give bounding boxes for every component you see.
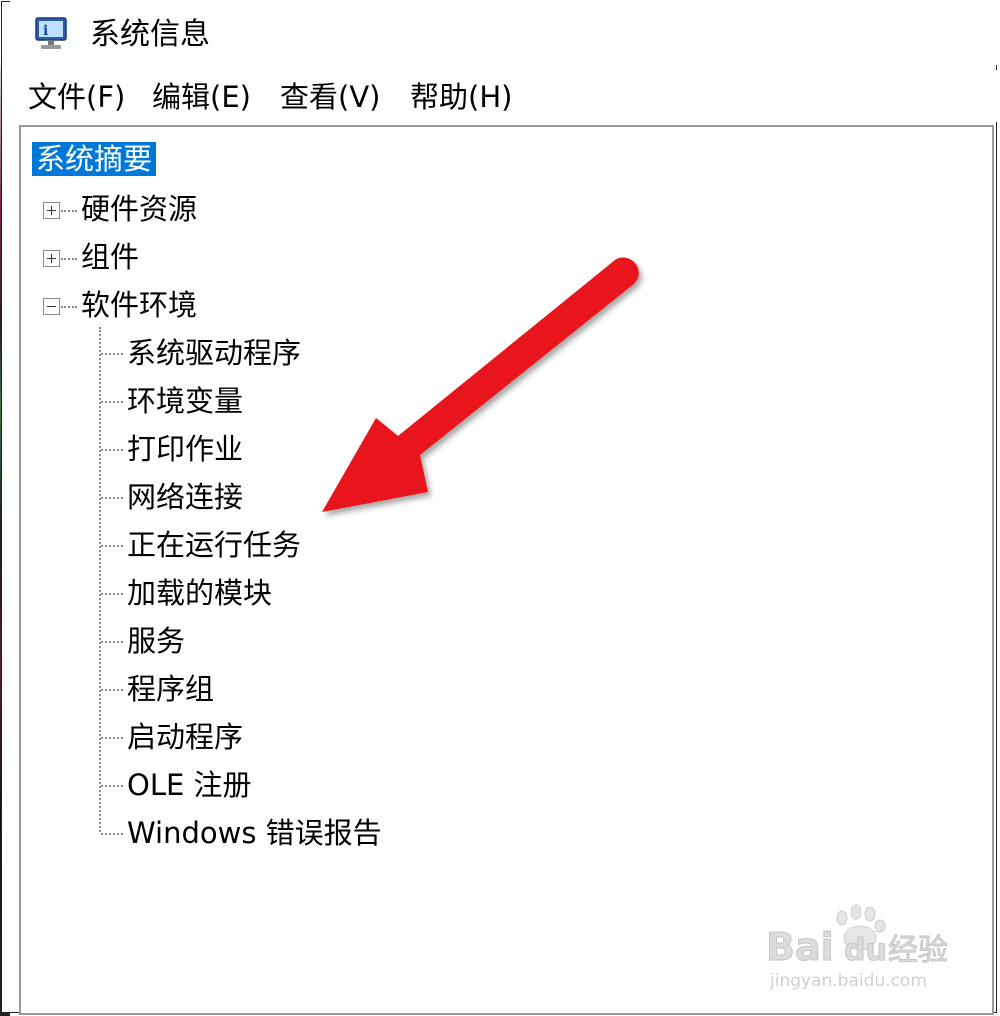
tree-item-software-environment[interactable]: 软件环境 <box>81 285 197 325</box>
system-info-icon: i <box>35 17 67 49</box>
expand-plus-icon[interactable] <box>43 250 60 267</box>
tree-item-ole-registration[interactable]: OLE 注册 <box>127 765 252 805</box>
tree-item-windows-error-reporting[interactable]: Windows 错误报告 <box>127 813 382 853</box>
tree-connector <box>61 258 77 260</box>
watermark-url: jingyan.baidu.com <box>769 971 927 991</box>
tree-connector <box>101 401 123 403</box>
tree-connector <box>101 497 123 499</box>
svg-text:i: i <box>43 23 48 39</box>
tree-item-print-jobs[interactable]: 打印作业 <box>127 429 243 469</box>
tree-connector <box>101 689 123 691</box>
menu-bar: 文件(F) 编辑(E) 查看(V) 帮助(H) <box>10 70 998 122</box>
expand-plus-icon[interactable] <box>43 202 60 219</box>
tree-connector <box>61 210 77 212</box>
menu-help[interactable]: 帮助(H) <box>410 78 512 116</box>
tree-connector <box>101 641 123 643</box>
tree-item-startup-programs[interactable]: 启动程序 <box>127 717 243 757</box>
tree-connector <box>101 449 123 451</box>
menu-edit[interactable]: 编辑(E) <box>152 78 251 116</box>
watermark-suffix: 经验 <box>888 933 948 968</box>
tree-item-components[interactable]: 组件 <box>81 237 139 277</box>
tree-item-system-drivers[interactable]: 系统驱动程序 <box>127 333 301 373</box>
baidu-watermark-logo: Bai du 经验 jingyan.baidu.com <box>766 904 949 991</box>
collapse-minus-icon[interactable] <box>43 298 60 315</box>
menu-file[interactable]: 文件(F) <box>28 78 125 116</box>
tree-item-loaded-modules[interactable]: 加载的模块 <box>127 573 272 613</box>
tree-item-label: 系统摘要 <box>32 142 157 176</box>
tree-item-environment-variables[interactable]: 环境变量 <box>127 381 243 421</box>
tree-connector <box>101 737 123 739</box>
tree-connector <box>101 785 123 787</box>
red-arrow-annotation <box>322 257 639 512</box>
tree-item-system-summary[interactable]: 系统摘要 <box>32 139 157 179</box>
tree-item-network-connections[interactable]: 网络连接 <box>127 477 243 517</box>
tree-connector <box>101 545 123 547</box>
tree-item-services[interactable]: 服务 <box>127 621 185 661</box>
title-bar[interactable]: i 系统信息 <box>10 1 998 65</box>
arrow-shape <box>322 257 639 512</box>
watermark-brand: Bai <box>766 925 834 969</box>
tree-item-running-tasks[interactable]: 正在运行任务 <box>127 525 301 565</box>
tree-connector <box>101 593 123 595</box>
tree-connector <box>101 353 123 355</box>
tree-item-hardware-resources[interactable]: 硬件资源 <box>81 189 197 229</box>
tree-connector <box>101 833 123 835</box>
window-title: 系统信息 <box>90 17 210 52</box>
menu-view[interactable]: 查看(V) <box>280 78 380 116</box>
watermark-brand2: du <box>844 933 887 968</box>
tree-item-program-groups[interactable]: 程序组 <box>127 669 214 709</box>
tree-connector <box>61 306 77 308</box>
